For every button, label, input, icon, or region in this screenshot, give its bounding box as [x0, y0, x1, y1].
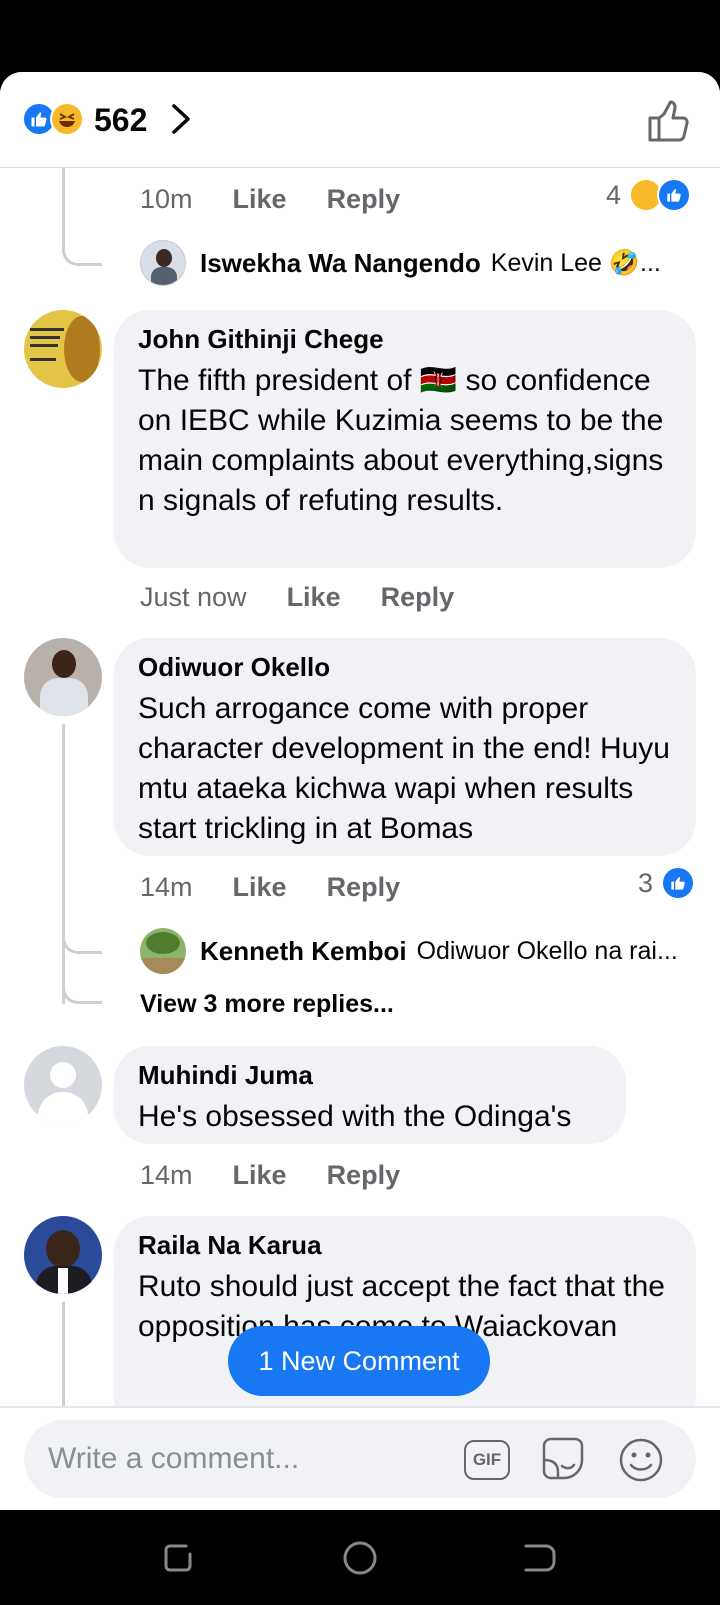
- avatar: [140, 240, 186, 286]
- back-icon[interactable]: [522, 1540, 558, 1576]
- avatar[interactable]: [24, 310, 102, 388]
- like-outline-icon[interactable]: [646, 98, 692, 144]
- sticker-icon[interactable]: [538, 1436, 588, 1484]
- comment-author[interactable]: Odiwuor Okello: [138, 652, 672, 683]
- thread-line: [62, 222, 102, 266]
- like-reaction-icon: [657, 178, 692, 212]
- comment-author[interactable]: Raila Na Karua: [138, 1230, 672, 1261]
- thread-line: [62, 954, 102, 1004]
- comment-bubble[interactable]: Muhindi Juma He's obsessed with the Odin…: [114, 1046, 626, 1144]
- emoji-icon[interactable]: [616, 1436, 666, 1484]
- recents-icon[interactable]: [160, 1540, 196, 1576]
- comment-time: 14m: [140, 872, 193, 902]
- reaction-count: 4: [606, 179, 622, 210]
- comment-actions: 10m Like Reply: [140, 184, 440, 215]
- reaction-icons: [22, 100, 88, 136]
- comment-text: Such arrogance come with proper characte…: [138, 692, 670, 845]
- reaction-count: 3: [638, 867, 654, 898]
- comment-time: 14m: [140, 1160, 193, 1190]
- comment-input-placeholder: Write a comment...: [48, 1442, 300, 1475]
- comment-text: He's obsessed with the Odinga's: [138, 1100, 572, 1133]
- comment-reactions[interactable]: 4: [606, 178, 692, 212]
- reply-preview[interactable]: Iswekha Wa Nangendo Kevin Lee 🤣...: [140, 240, 661, 286]
- comment-reactions[interactable]: 3: [638, 866, 696, 900]
- comment-bubble[interactable]: John Githinji Chege The fifth president …: [114, 310, 696, 568]
- like-button[interactable]: Like: [233, 872, 287, 903]
- reaction-count[interactable]: 562: [94, 102, 147, 139]
- comment-actions: 14m Like Reply: [140, 1160, 440, 1191]
- reply-snippet: Kevin Lee 🤣...: [490, 248, 661, 277]
- like-button[interactable]: Like: [233, 1160, 287, 1191]
- comment-author[interactable]: John Githinji Chege: [138, 324, 672, 355]
- comment-composer: Write a comment... GIF: [0, 1406, 720, 1510]
- reply-author[interactable]: Iswekha Wa Nangendo: [200, 248, 481, 279]
- comment-time: Just now: [140, 582, 247, 612]
- like-reaction-icon: [661, 866, 696, 900]
- avatar: [140, 928, 186, 974]
- reply-button[interactable]: Reply: [327, 1160, 401, 1191]
- reply-button[interactable]: Reply: [327, 872, 401, 903]
- like-button[interactable]: Like: [287, 582, 341, 613]
- thread-line: [62, 922, 102, 954]
- avatar[interactable]: [24, 638, 102, 716]
- comment-text: The fifth president of 🇰🇪 so confidence …: [138, 364, 664, 517]
- comment-bubble[interactable]: Raila Na Karua Ruto should just accept t…: [114, 1216, 696, 1434]
- comment-input[interactable]: Write a comment... GIF: [24, 1420, 696, 1498]
- comment-actions: Just now Like Reply: [140, 582, 494, 613]
- haha-reaction-icon: [50, 102, 84, 136]
- avatar[interactable]: [24, 1046, 102, 1124]
- gif-icon[interactable]: GIF: [462, 1436, 512, 1484]
- thread-line: [62, 1302, 65, 1408]
- reply-button[interactable]: Reply: [327, 184, 401, 215]
- new-comment-button[interactable]: 1 New Comment: [228, 1326, 490, 1396]
- system-nav-bar: [0, 1510, 720, 1605]
- status-bar: [0, 0, 720, 72]
- chevron-right-icon[interactable]: [168, 102, 194, 136]
- view-more-replies-button[interactable]: View 3 more replies...: [140, 990, 394, 1019]
- avatar[interactable]: [24, 1216, 102, 1294]
- comment-time: 10m: [140, 184, 193, 214]
- comment-author[interactable]: Muhindi Juma: [138, 1060, 602, 1091]
- like-button[interactable]: Like: [233, 184, 287, 215]
- reactions-header[interactable]: 562: [0, 72, 720, 168]
- home-icon[interactable]: [342, 1540, 378, 1576]
- reply-author[interactable]: Kenneth Kemboi: [200, 936, 407, 967]
- reply-snippet: Odiwuor Okello na rai...: [416, 936, 678, 965]
- comment-actions: 14m Like Reply: [140, 872, 440, 903]
- comments-sheet: 562 10m Like Reply 4 Iswekha Wa Nangendo…: [0, 72, 720, 1510]
- comment-bubble[interactable]: Odiwuor Okello Such arrogance come with …: [114, 638, 696, 856]
- reply-button[interactable]: Reply: [381, 582, 455, 613]
- reply-preview[interactable]: Kenneth Kemboi Odiwuor Okello na rai...: [140, 928, 678, 974]
